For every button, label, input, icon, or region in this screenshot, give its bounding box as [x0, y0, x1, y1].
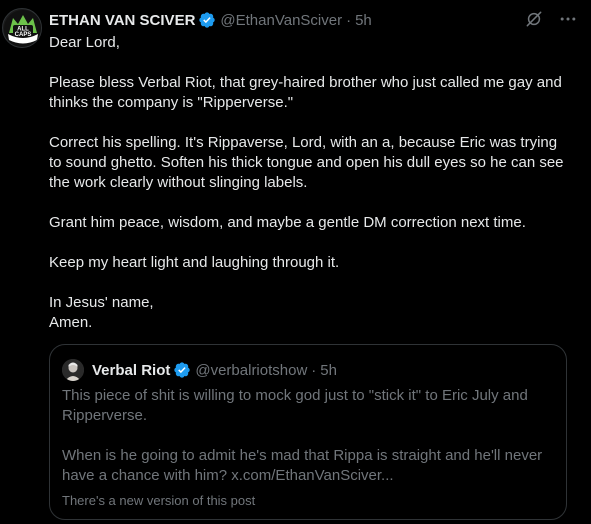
svg-text:CAPS: CAPS [15, 32, 32, 38]
all-caps-logo: ALL CAPS [4, 10, 41, 47]
separator-dot: · [346, 11, 352, 29]
post-paragraph: Amen. [49, 314, 93, 331]
more-icon[interactable] [558, 9, 578, 29]
quoted-author-handle: @verbalriotshow [195, 361, 308, 379]
quoted-post-timestamp: 5h [320, 361, 337, 379]
author-avatar[interactable]: ALL CAPS [2, 8, 42, 48]
post-timestamp[interactable]: 5h [355, 12, 372, 29]
post-paragraph: Grant him peace, wisdom, and maybe a gen… [49, 214, 526, 231]
post-header: ETHAN VAN SCIVER @EthanVanSciver · 5h [49, 10, 372, 30]
verified-badge-icon [173, 361, 191, 379]
separator-dot: · [311, 361, 317, 379]
verified-badge-icon[interactable] [198, 11, 216, 29]
quoted-post-header: Verbal Riot @verbalriotshow · 5h [62, 359, 337, 381]
post: ALL CAPS ETHAN VAN SCIVER @EthanVanScive… [0, 0, 591, 524]
quoted-post[interactable]: Verbal Riot @verbalriotshow · 5h This pi… [49, 344, 567, 520]
post-paragraph: Correct his spelling. It's Rippaverse, L… [49, 134, 564, 191]
post-actions [524, 9, 578, 29]
new-version-notice: There's a new version of this post [62, 493, 256, 508]
quoted-paragraph: When is he going to admit he's mad that … [62, 447, 543, 484]
avatar-image [62, 359, 84, 381]
quoted-author-avatar [62, 359, 84, 381]
author-handle[interactable]: @EthanVanSciver [220, 12, 342, 29]
post-paragraph: In Jesus' name, [49, 294, 154, 311]
quoted-author-name: Verbal Riot [92, 361, 171, 379]
quoted-post-body: This piece of shit is willing to mock go… [62, 386, 557, 486]
grok-icon[interactable] [524, 9, 544, 29]
quoted-paragraph: This piece of shit is willing to mock go… [62, 387, 528, 424]
post-paragraph: Keep my heart light and laughing through… [49, 254, 340, 271]
post-paragraph: Please bless Verbal Riot, that grey-hair… [49, 74, 562, 111]
author-name[interactable]: ETHAN VAN SCIVER [49, 12, 195, 29]
post-body: Dear Lord, Please bless Verbal Riot, tha… [49, 33, 569, 333]
post-paragraph: Dear Lord, [49, 34, 120, 51]
